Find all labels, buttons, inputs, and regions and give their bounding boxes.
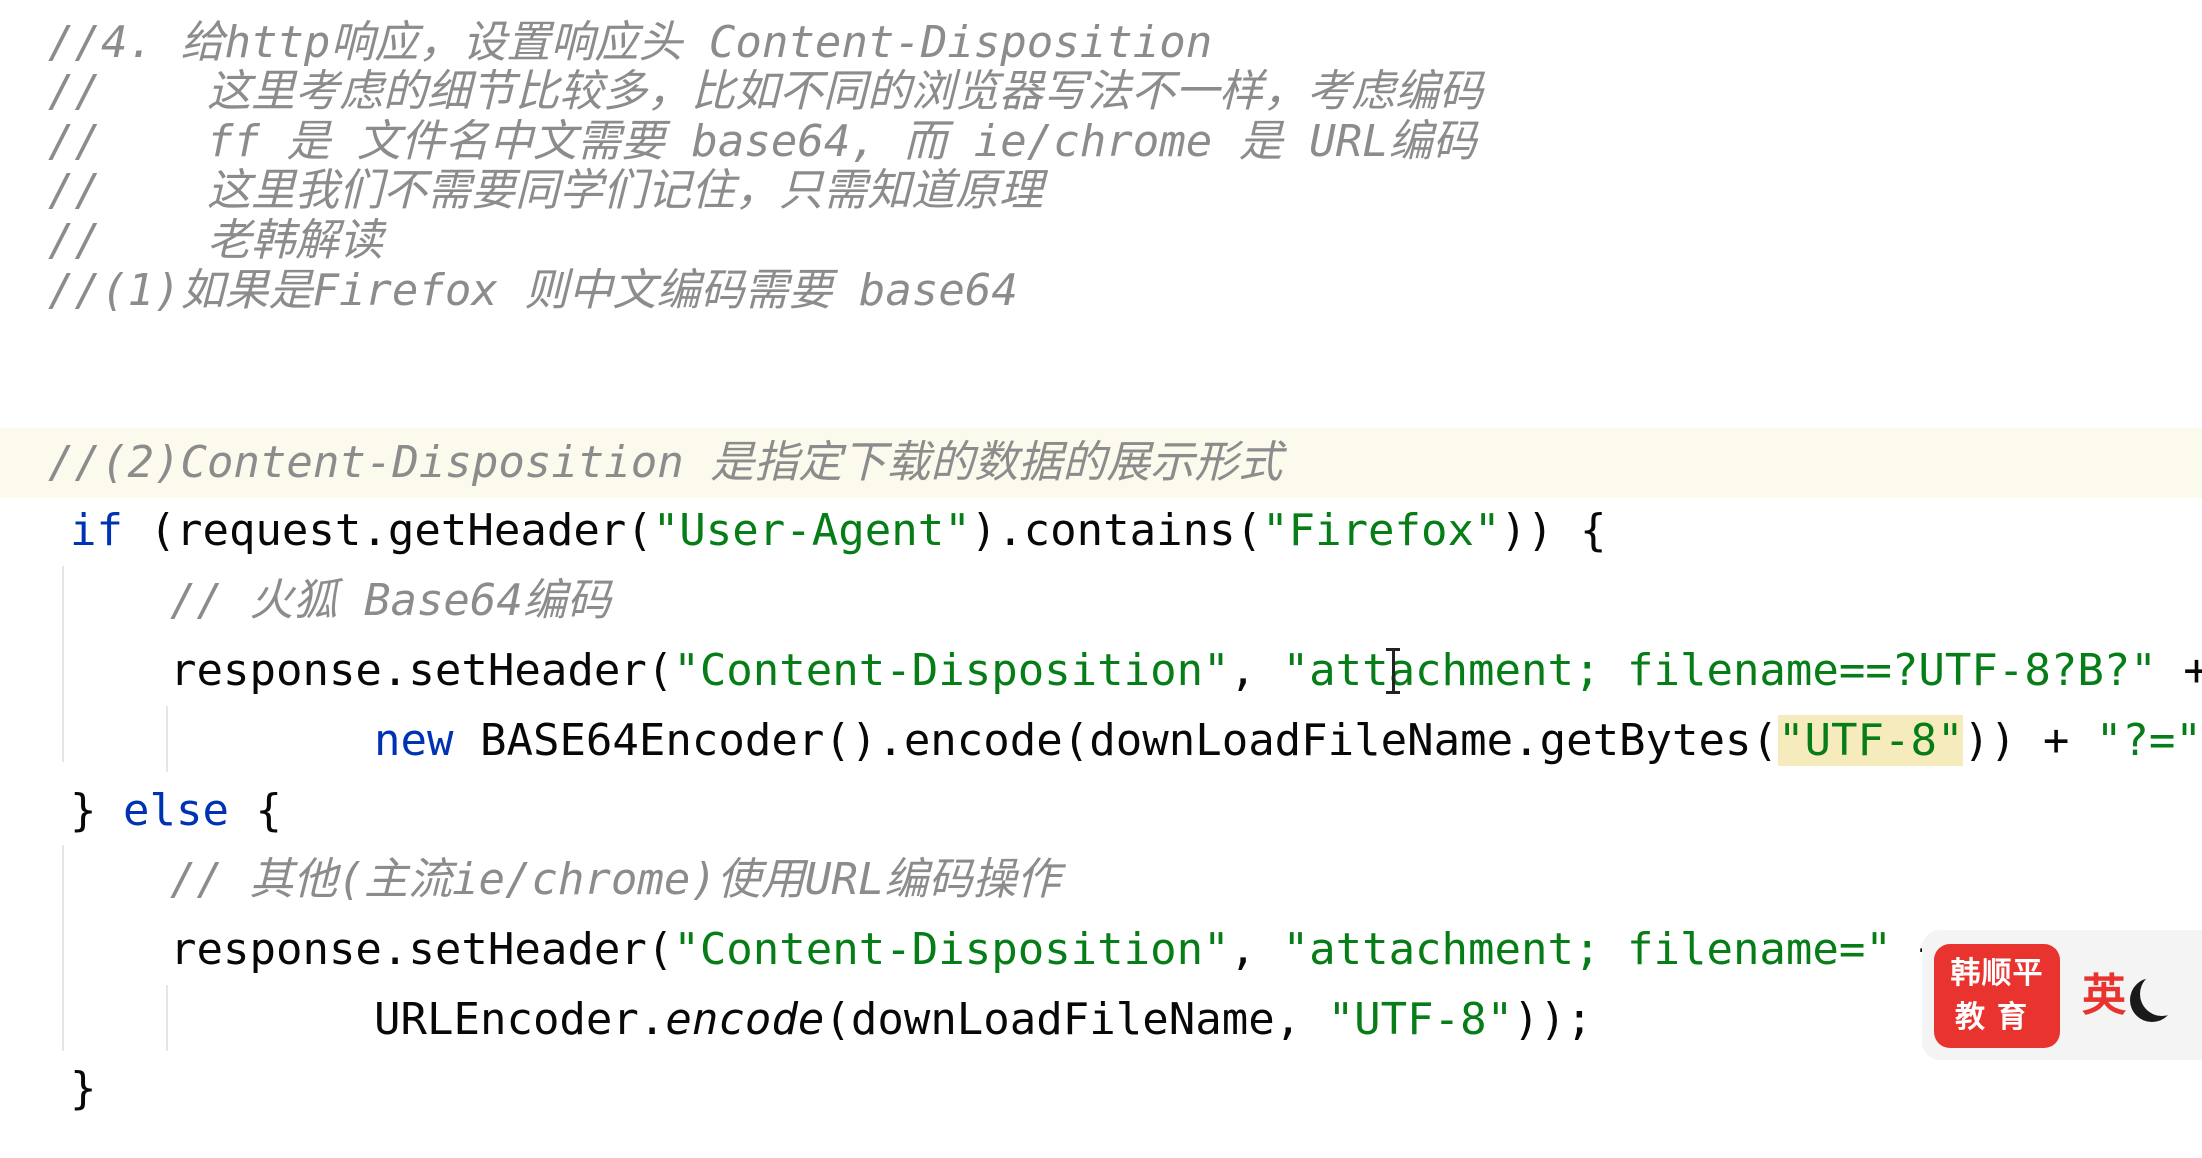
string-literal: "attachment; filename==?UTF-8?B?": [1282, 645, 2157, 696]
keyword-new: new: [374, 715, 454, 766]
code-line-6[interactable]: //(1)如果是Firefox 则中文编码需要 base64: [0, 256, 2202, 326]
code-text: }: [70, 1063, 97, 1114]
comment-text: //(1)如果是Firefox 则中文编码需要 base64: [48, 265, 1018, 316]
mouse-ibeam-cursor: [1386, 648, 1400, 694]
code-line-13[interactable]: // 其他(主流ie/chrome)使用URL编码操作: [0, 845, 2202, 915]
code-line-7-current[interactable]: //(2)Content-Disposition 是指定下载的数据的展示形式: [0, 428, 2202, 498]
code-line-9[interactable]: // 火狐 Base64编码: [0, 566, 2202, 636]
string-literal-highlighted: "UTF-8": [1778, 715, 1964, 766]
comment-text: // 火狐 Base64编码: [170, 575, 611, 626]
logo-line-1: 韩顺平: [1950, 956, 2044, 991]
indent-guide: [166, 706, 168, 772]
code-text: BASE64Encoder().encode(downLoadFileName.…: [453, 715, 1778, 766]
code-line-16[interactable]: }: [0, 1054, 2202, 1124]
code-line-10[interactable]: response.setHeader("Content-Disposition"…: [0, 636, 2202, 706]
logo-line-2: 教育: [1955, 1000, 2039, 1035]
string-literal: "Content-Disposition": [673, 645, 1230, 696]
code-text: ).contains(: [970, 505, 1263, 556]
string-literal: "UTF-8": [1327, 994, 1514, 1045]
code-line-12[interactable]: } else {: [0, 776, 2202, 846]
code-text: URLEncoder.: [374, 994, 666, 1045]
string-literal: "Content-Disposition": [673, 924, 1230, 975]
indent-guide: [62, 566, 64, 762]
brand-logo: 韩顺平 教育: [1934, 944, 2060, 1048]
code-text: (downLoadFileName,: [824, 994, 1328, 1045]
keyword-else: else: [122, 785, 229, 836]
code-text: +: [2183, 645, 2202, 696]
code-text: }: [70, 785, 123, 836]
comment-text: // 其他(主流ie/chrome)使用URL编码操作: [170, 854, 1061, 905]
code-line-8[interactable]: if (request.getHeader("User-Agent").cont…: [0, 496, 2202, 566]
string-literal: "Firefox": [1262, 505, 1501, 556]
code-text: {: [228, 785, 282, 836]
code-text: ));: [1513, 994, 1593, 1045]
string-literal: "attachment; filename=": [1282, 924, 1892, 975]
string-literal: "?=": [2095, 715, 2202, 766]
code-text: response.setHeader(: [170, 645, 674, 696]
code-line-14[interactable]: response.setHeader("Content-Disposition"…: [0, 915, 2202, 985]
code-text: response.setHeader(: [170, 924, 674, 975]
string-literal: "User-Agent": [652, 505, 971, 556]
code-text: )) +: [1963, 715, 2096, 766]
code-line-15[interactable]: URLEncoder.encode(downLoadFileName, "UTF…: [0, 985, 2202, 1055]
indent-guide: [166, 985, 168, 1051]
code-line-11[interactable]: new BASE64Encoder().encode(downLoadFileN…: [0, 706, 2202, 776]
code-text: )) {: [1500, 505, 1607, 556]
keyword-if: if: [70, 505, 123, 556]
code-text: ,: [1229, 645, 1283, 696]
code-text: ,: [1229, 924, 1283, 975]
ime-language-indicator[interactable]: 英: [2082, 968, 2126, 1024]
indent-guide: [62, 845, 64, 1051]
comment-text: //(2)Content-Disposition 是指定下载的数据的展示形式: [48, 437, 1283, 488]
code-editor[interactable]: //4. 给http响应，设置响应头 Content-Disposition /…: [0, 0, 2202, 1158]
moon-icon[interactable]: [2140, 972, 2184, 1016]
code-text: (request.getHeader(: [122, 505, 653, 556]
watermark-overlay: 韩顺平 教育 英: [1922, 930, 2202, 1060]
static-method-call: encode: [665, 994, 825, 1045]
